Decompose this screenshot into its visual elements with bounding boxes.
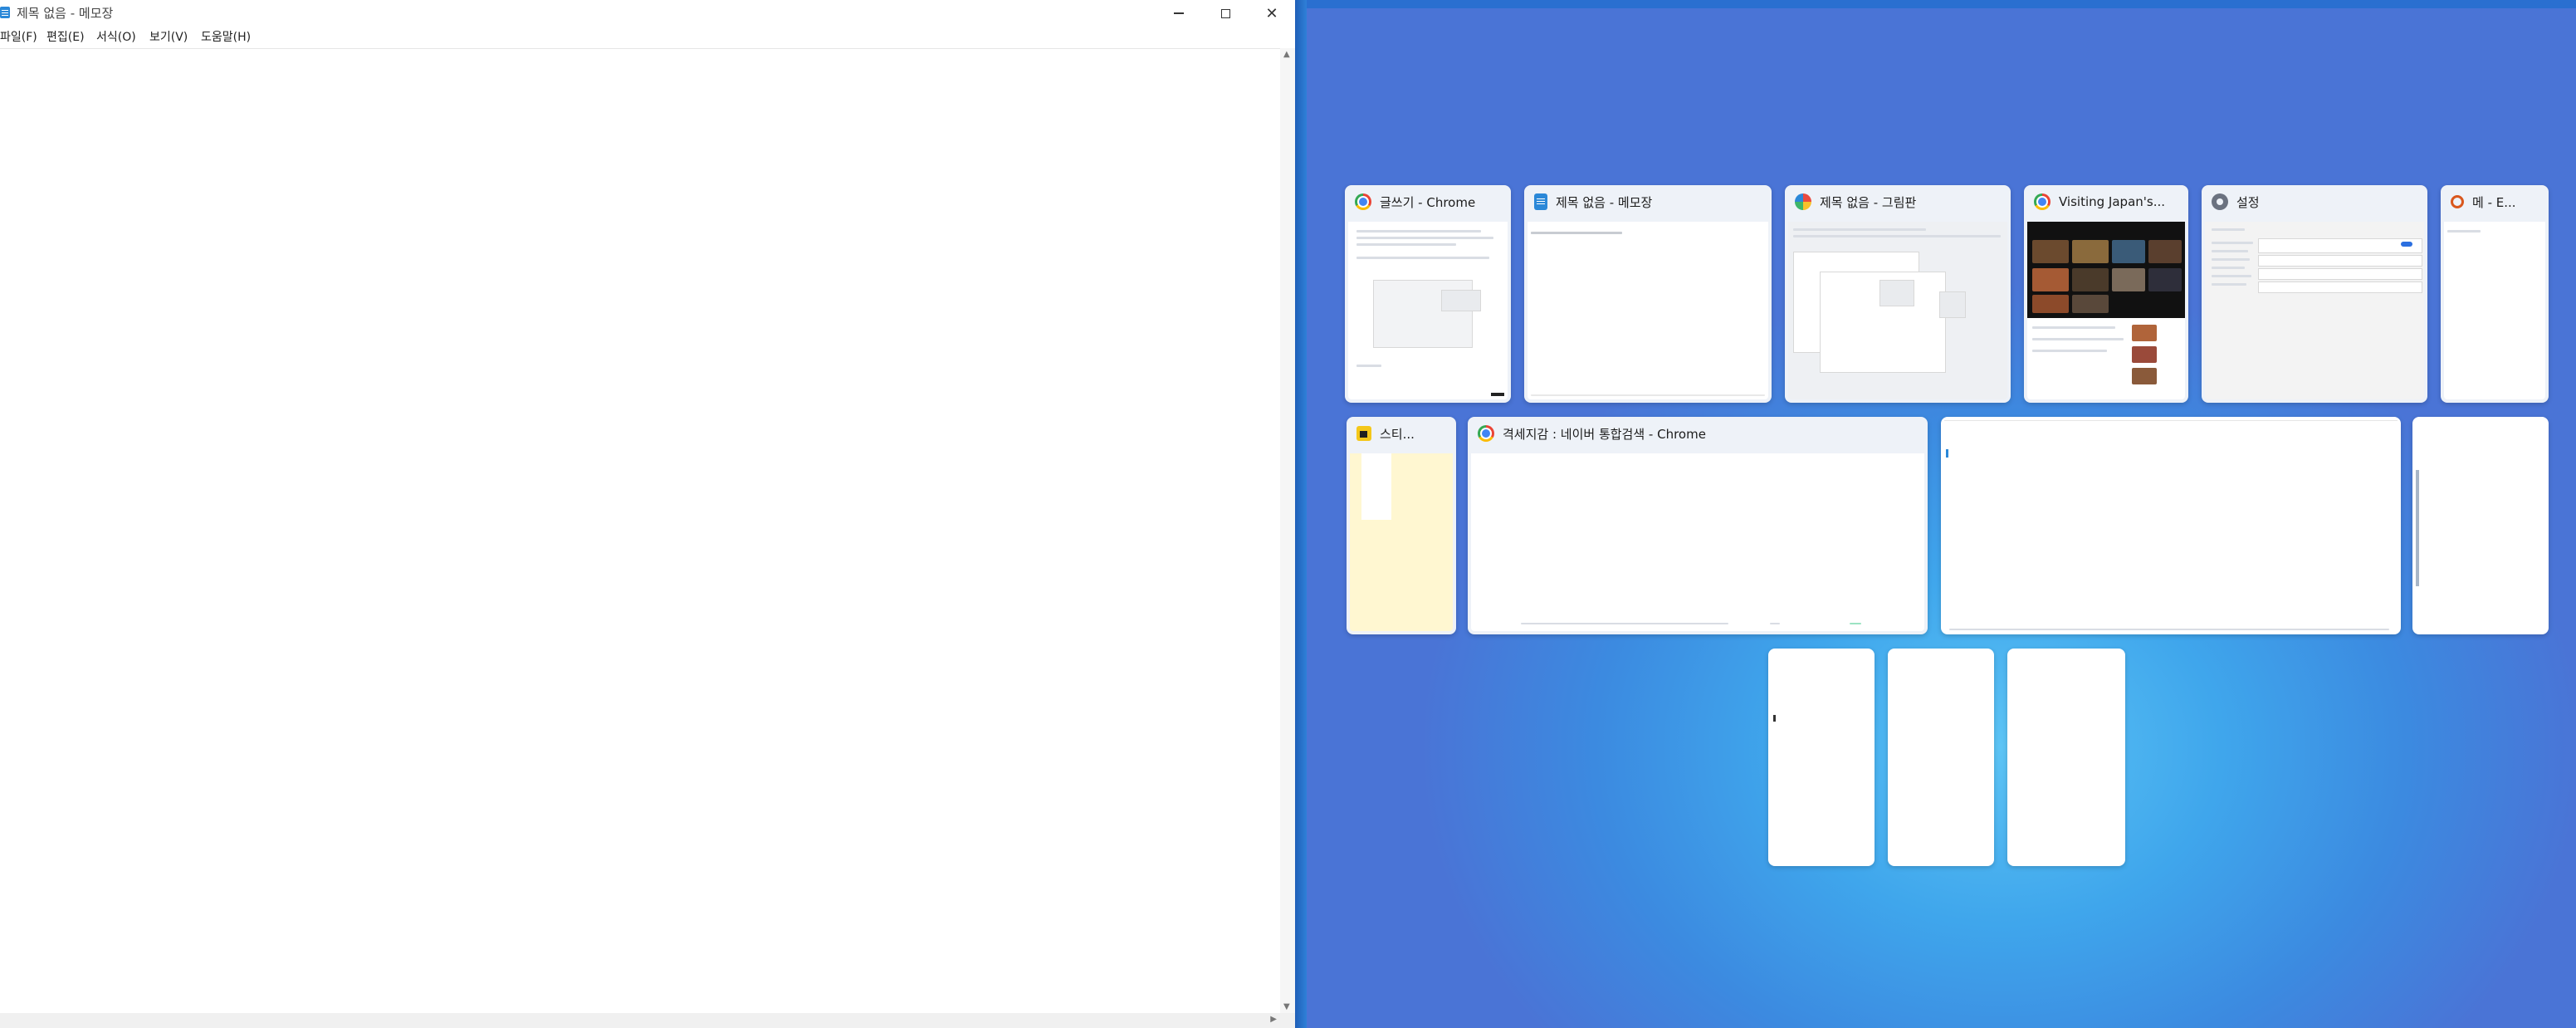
snap-window-chrome-naver[interactable]: 격세지감 : 네이버 통합검색 - Chrome	[1468, 417, 1928, 634]
window-preview	[1944, 420, 2398, 631]
text-editor[interactable]	[0, 48, 1280, 1014]
menu-format[interactable]: 서식(O)	[96, 30, 136, 45]
notepad-window: 제목 없음 - 메모장 ✕ 파일(F) 편집(E) 서식(O) 보기(V) 도움…	[0, 0, 1295, 1028]
window-preview	[2027, 222, 2185, 399]
snap-window-title: 설정	[2236, 194, 2260, 210]
notepad-icon	[0, 7, 10, 18]
snap-window-untitled-4[interactable]	[1888, 649, 1994, 866]
chrome-icon	[1355, 193, 1371, 210]
menu-view[interactable]: 보기(V)	[149, 30, 188, 45]
window-preview	[2205, 222, 2424, 399]
maximize-icon	[1220, 8, 1230, 18]
scroll-right-icon[interactable]: ▶	[1270, 1015, 1277, 1024]
window-preview	[1348, 222, 1508, 399]
menu-edit[interactable]: 편집(E)	[46, 30, 85, 45]
notepad-icon	[1534, 193, 1547, 210]
close-icon: ✕	[1265, 4, 1278, 22]
window-preview	[1788, 222, 2007, 399]
close-button[interactable]: ✕	[1249, 0, 1295, 27]
snap-window-title: 제목 없음 - 메모장	[1556, 194, 1653, 210]
snap-assist-area: 글쓰기 - Chrome 제목 없음 - 메모장 제목 없음 - 그림판 Vis…	[1295, 0, 2576, 1028]
scroll-down-icon[interactable]: ▼	[1283, 1002, 1290, 1011]
menu-help[interactable]: 도움말(H)	[201, 30, 251, 45]
minimize-button[interactable]	[1156, 0, 1202, 27]
snap-window-title: 스티...	[1380, 426, 1415, 442]
snap-window-untitled-2[interactable]	[2412, 417, 2549, 634]
window-preview	[2011, 652, 2122, 863]
window-preview	[1528, 222, 1768, 399]
snap-top-edge	[1295, 0, 2576, 8]
minimize-icon	[1174, 12, 1184, 14]
horizontal-scrollbar[interactable]: ▶	[0, 1013, 1280, 1028]
snap-window-title: 격세지감 : 네이버 통합검색 - Chrome	[1503, 426, 1706, 442]
snap-window-title: Visiting Japan's...	[2059, 194, 2166, 209]
snap-window-untitled-5[interactable]	[2007, 649, 2125, 866]
snap-window-paint[interactable]: 제목 없음 - 그림판	[1785, 185, 2011, 403]
scroll-up-icon[interactable]: ▲	[1283, 50, 1290, 59]
title-bar[interactable]: 제목 없음 - 메모장 ✕	[0, 0, 1295, 27]
chrome-icon	[2034, 193, 2051, 210]
scrollbar-corner	[1280, 1013, 1295, 1028]
menu-bar: 파일(F) 편집(E) 서식(O) 보기(V) 도움말(H)	[0, 27, 1295, 48]
window-preview	[1772, 652, 1871, 863]
snap-window-explorer[interactable]: 메 - E...	[2441, 185, 2549, 403]
menu-file[interactable]: 파일(F)	[0, 30, 37, 45]
snap-window-untitled-3[interactable]	[1768, 649, 1875, 866]
snap-window-chrome-writing[interactable]: 글쓰기 - Chrome	[1345, 185, 1511, 403]
settings-icon	[2212, 193, 2228, 210]
window-preview	[2416, 420, 2545, 631]
snap-window-untitled-1[interactable]	[1941, 417, 2401, 634]
paint-icon	[1795, 193, 1811, 210]
window-preview	[2444, 222, 2545, 399]
snap-window-title: 글쓰기 - Chrome	[1380, 194, 1476, 210]
window-preview	[1350, 453, 1453, 631]
snap-window-title: 제목 없음 - 그림판	[1820, 194, 1917, 210]
vertical-scrollbar[interactable]: ▲ ▼	[1280, 48, 1295, 1013]
maximize-button[interactable]	[1202, 0, 1249, 27]
snap-window-chrome-japan[interactable]: Visiting Japan's...	[2024, 185, 2188, 403]
sticky-notes-icon	[1356, 426, 1371, 441]
snap-divider[interactable]	[1295, 0, 1307, 1028]
chrome-icon	[1478, 425, 1494, 442]
window-preview	[1891, 652, 1991, 863]
window-preview	[1471, 453, 1924, 631]
snap-window-notepad[interactable]: 제목 없음 - 메모장	[1524, 185, 1772, 403]
snap-window-settings[interactable]: 설정	[2202, 185, 2427, 403]
search-icon	[2451, 195, 2464, 208]
snap-window-title: 메 - E...	[2472, 194, 2516, 210]
snap-window-sticky-notes[interactable]: 스티...	[1347, 417, 1456, 634]
window-title: 제목 없음 - 메모장	[17, 6, 114, 21]
